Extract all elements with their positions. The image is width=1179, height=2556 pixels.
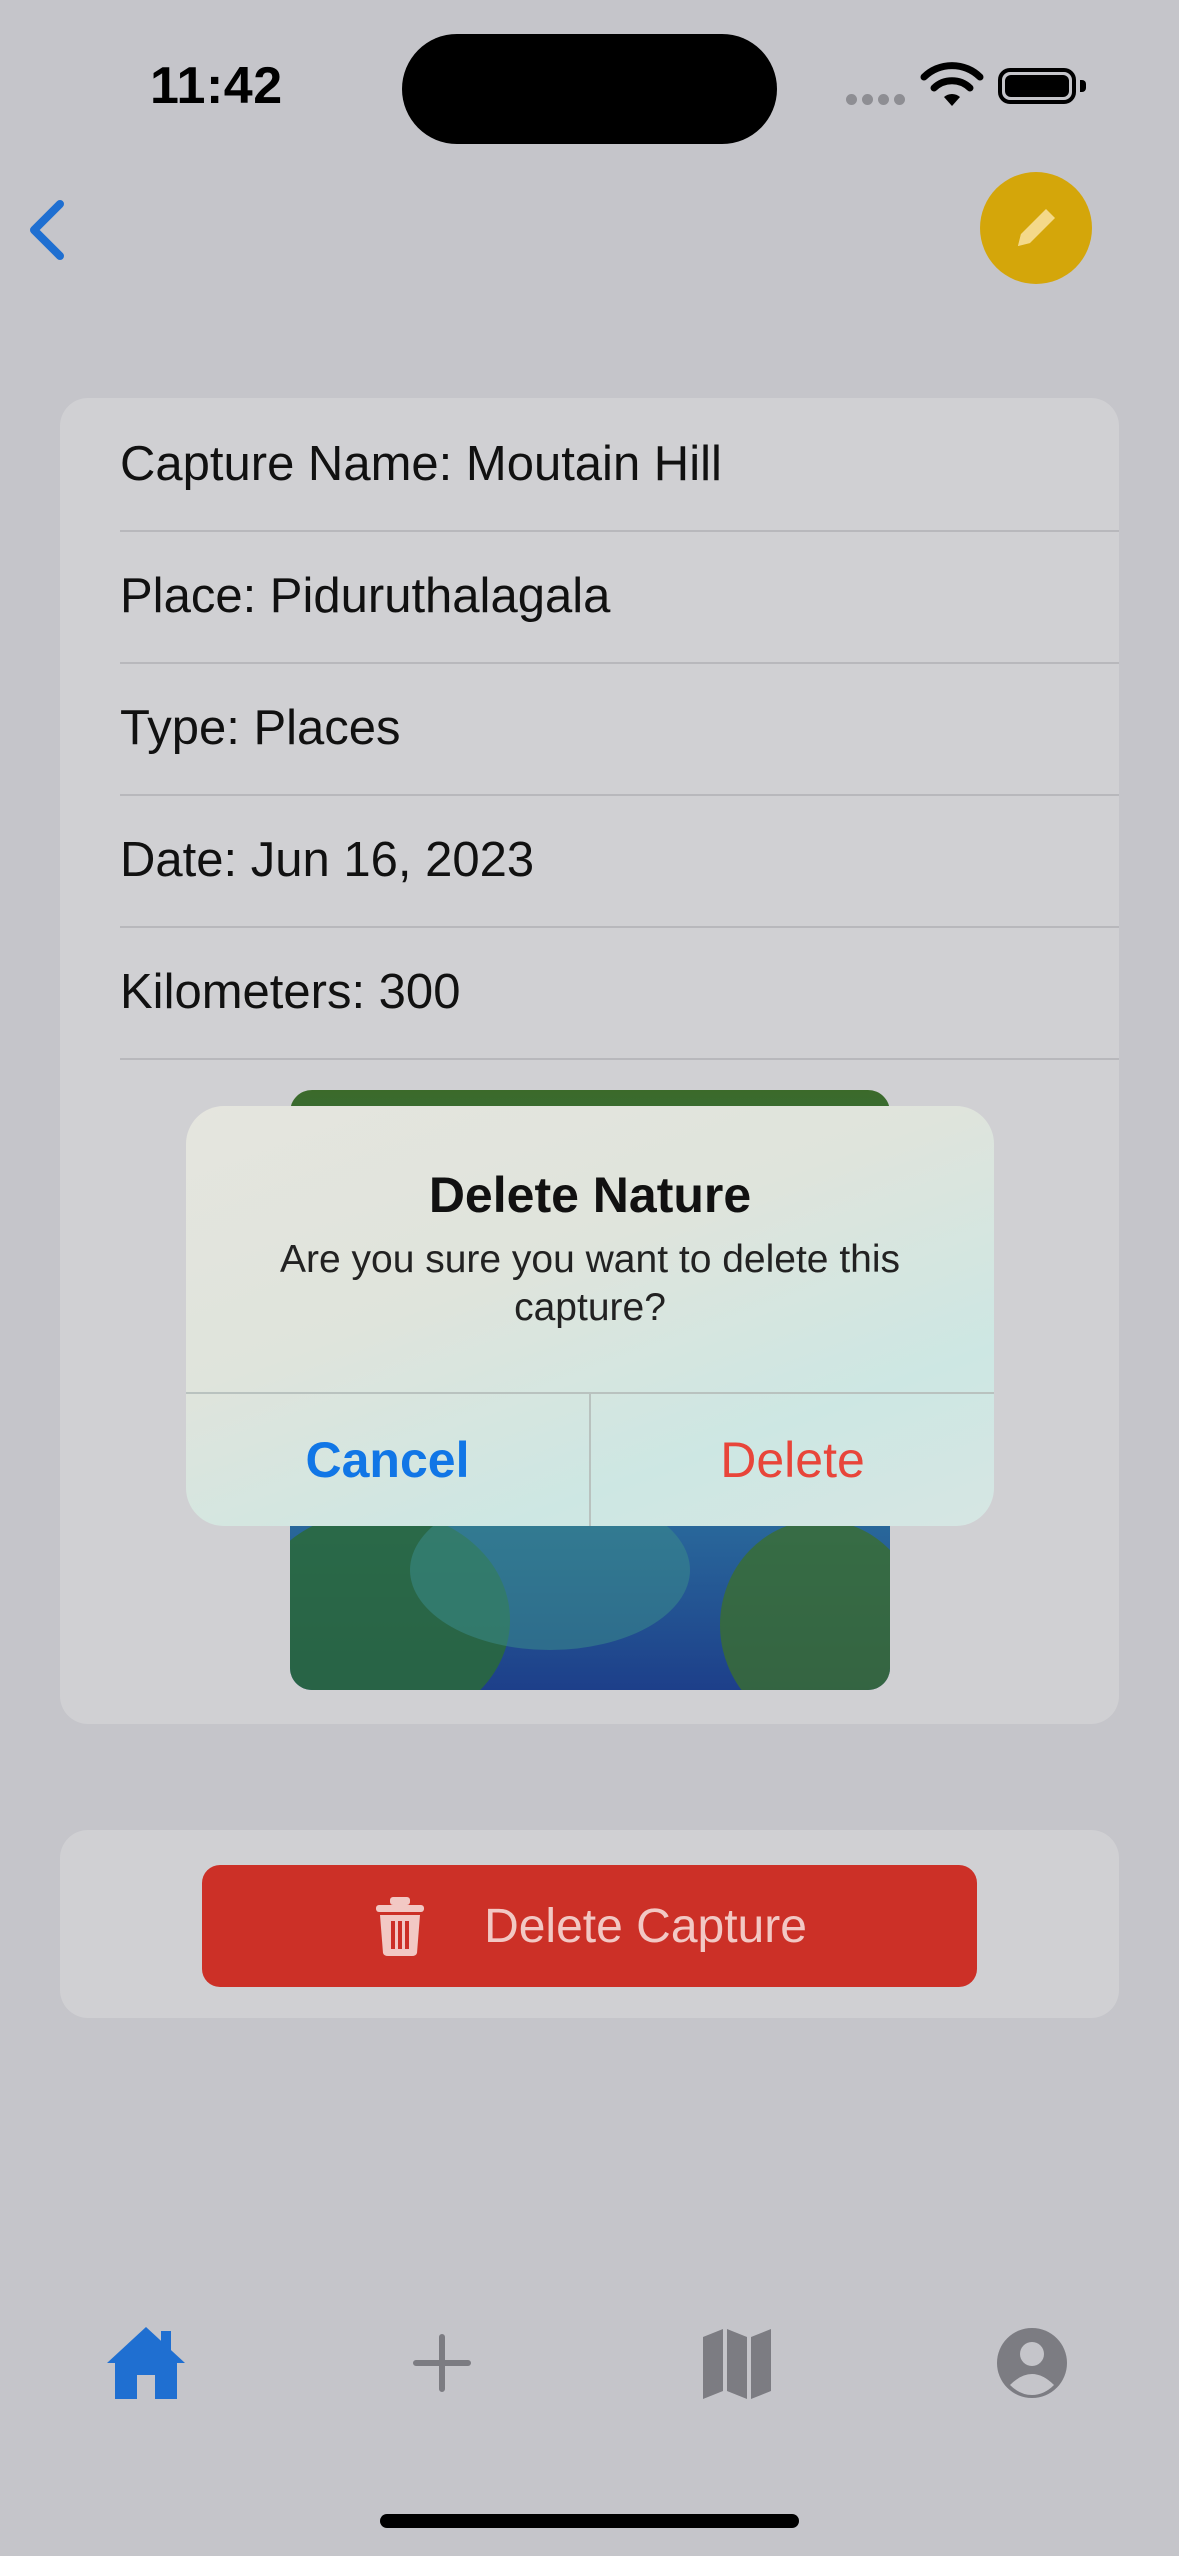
tab-profile[interactable] [987,2318,1077,2408]
kilometers-row: Kilometers: 300 [120,926,1119,1060]
plus-icon [413,2334,471,2392]
home-indicator [380,2514,799,2528]
tab-add[interactable] [397,2318,487,2408]
battery-icon [998,68,1086,104]
profile-icon [997,2328,1067,2398]
status-time: 11:42 [150,57,283,115]
alert-cancel-button[interactable]: Cancel [186,1394,589,1526]
edit-button[interactable] [980,172,1092,284]
alert-message: Are you sure you want to delete this cap… [279,1238,901,1329]
type-row: Type: Places [120,662,1119,796]
place-row: Place: Piduruthalagala [120,530,1119,664]
map-icon [703,2329,771,2399]
trash-icon [376,1897,425,1956]
delete-section: Delete Capture [60,1830,1119,2018]
pencil-icon [1018,209,1055,246]
wifi-icon [920,62,984,106]
capture-name-row: Capture Name: Moutain Hill [120,398,1119,532]
tab-map[interactable] [692,2318,782,2408]
alert-delete-button[interactable]: Delete [591,1394,994,1526]
alert-title: Delete Nature [428,1167,752,1223]
dynamic-island [402,34,777,144]
tab-home[interactable] [101,2318,191,2408]
date-row: Date: Jun 16, 2023 [120,794,1119,928]
back-chevron-icon[interactable] [18,190,78,270]
cellular-signal-icon [846,92,910,110]
home-icon [107,2327,185,2399]
delete-capture-button[interactable]: Delete Capture [202,1865,977,1987]
delete-confirmation-alert: Delete Nature Are you sure you want to d… [186,1106,994,1526]
delete-capture-label: Delete Capture [484,1899,807,1953]
